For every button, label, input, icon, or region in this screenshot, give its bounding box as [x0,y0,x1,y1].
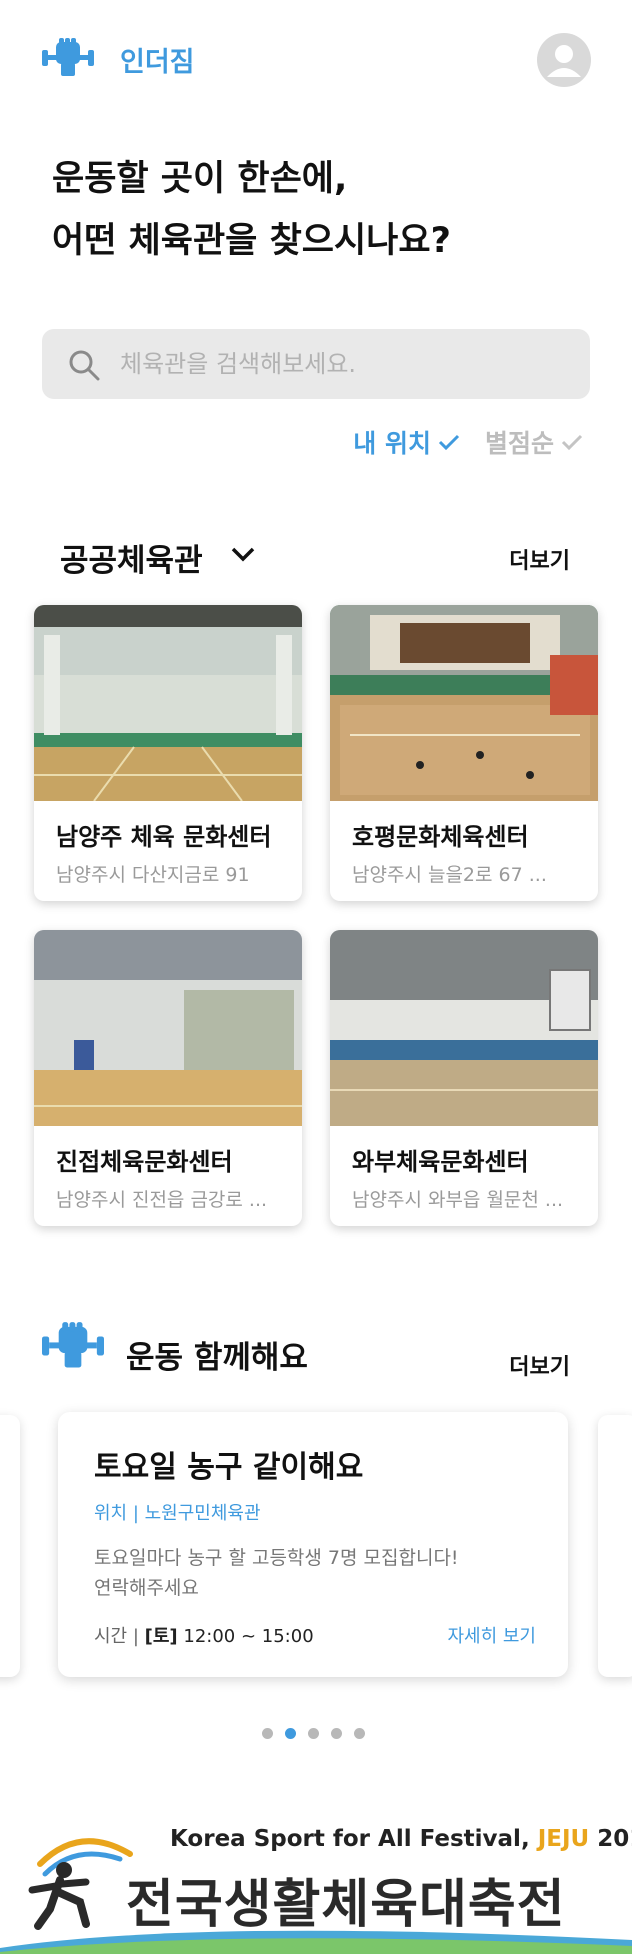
app-name[interactable]: 인더짐 [120,40,195,79]
check-icon [560,430,584,454]
banner-en-prefix: Korea Sport for All Festival, [170,1826,538,1852]
gym-card[interactable]: 호평문화체육센터 남양주시 늘을2로 67 ... [330,605,598,901]
event-time: 시간 | [토] 12:00 ~ 15:00 [94,1622,314,1648]
public-gyms-header: 공공체육관 더보기 [0,535,632,585]
pagination-dot[interactable] [354,1728,365,1739]
pagination-dot[interactable] [331,1728,342,1739]
gym-card[interactable]: 남양주 체육 문화센터 남양주시 다산지금로 91 [34,605,302,901]
public-gyms-more-link[interactable]: 더보기 [509,543,570,575]
search-icon[interactable] [68,349,100,381]
gym-address: 남양주시 진전읍 금강로 ... [56,1189,268,1211]
user-avatar-icon[interactable] [537,33,591,87]
event-description: 토요일마다 농구 할 고등학생 7명 모집합니다! 연락해주세요 [94,1543,534,1603]
gym-card[interactable]: 와부체육문화센터 남양주시 와부읍 월문천 ... [330,930,598,1226]
chevron-down-icon[interactable] [230,545,256,565]
gym-address: 남양주시 늘을2로 67 ... [352,864,547,886]
sort-filters: 내 위치 별점순 [353,422,584,462]
hero-line-2: 어떤 체육관을 찾으시나요? [52,221,451,261]
search-input[interactable] [120,329,570,399]
gym-photo [330,930,598,1126]
event-description-line: 토요일마다 농구 할 고등학생 7명 모집합니다! [94,1547,459,1569]
event-time-day: [토] [144,1626,178,1647]
pagination-dot-active[interactable] [285,1728,296,1739]
gym-name: 와부체육문화센터 [352,1148,529,1176]
together-more-link[interactable]: 더보기 [509,1349,570,1381]
gym-photo [34,930,302,1126]
festival-banner[interactable]: Korea Sport for All Festival, JEJU 2017 … [0,1800,632,1954]
event-description-line: 연락해주세요 [94,1577,199,1599]
event-time-label: 시간 | [94,1626,145,1647]
gym-name: 호평문화체육센터 [352,823,529,851]
gym-card[interactable]: 진접체육문화센터 남양주시 진전읍 금강로 ... [34,930,302,1226]
carousel-pagination [262,1728,365,1739]
filter-my-location[interactable]: 내 위치 [353,424,461,460]
filter-rating[interactable]: 별점순 [485,424,584,460]
together-header: 운동 함께해요 더보기 [0,1332,632,1382]
filter-my-location-label: 내 위치 [353,429,431,458]
pagination-dot[interactable] [308,1728,319,1739]
hero-line-1: 운동할 곳이 한손에, [52,159,348,199]
check-icon [437,430,461,454]
event-location: 위치 | 노원구민체육관 [94,1503,261,1524]
gym-name: 남양주 체육 문화센터 [56,823,272,851]
banner-en-suffix: 2017 [597,1826,632,1852]
event-time-range: 12:00 ~ 15:00 [177,1626,314,1647]
gym-address: 남양주시 와부읍 월문천 ... [352,1189,564,1211]
banner-en-jeju: JEJU [537,1826,590,1852]
gym-photo [34,605,302,801]
gym-photo [330,605,598,801]
hero-heading: 운동할 곳이 한손에, 어떤 체육관을 찾으시나요? [52,148,592,272]
event-card-next[interactable] [598,1415,632,1677]
section-title-together: 운동 함께해요 [126,1340,308,1376]
banner-english-title: Korea Sport for All Festival, JEJU 2017 [170,1826,632,1852]
app-header: 인더짐 [0,0,632,120]
event-title: 토요일 농구 같이해요 [94,1450,364,1485]
gym-name: 진접체육문화센터 [56,1148,233,1176]
gym-address: 남양주시 다산지금로 91 [56,864,250,886]
search-bar[interactable] [42,329,590,399]
event-card[interactable]: 토요일 농구 같이해요 위치 | 노원구민체육관 토요일마다 농구 할 고등학생… [58,1412,568,1677]
banner-wave-decoration [0,1930,632,1954]
filter-rating-label: 별점순 [484,429,554,458]
pagination-dot[interactable] [262,1728,273,1739]
dumbbell-fist-icon[interactable] [42,38,94,78]
event-card-previous[interactable] [0,1415,20,1677]
section-title-public-gyms[interactable]: 공공체육관 [60,535,203,580]
event-detail-link[interactable]: 자세히 보기 [447,1622,536,1648]
